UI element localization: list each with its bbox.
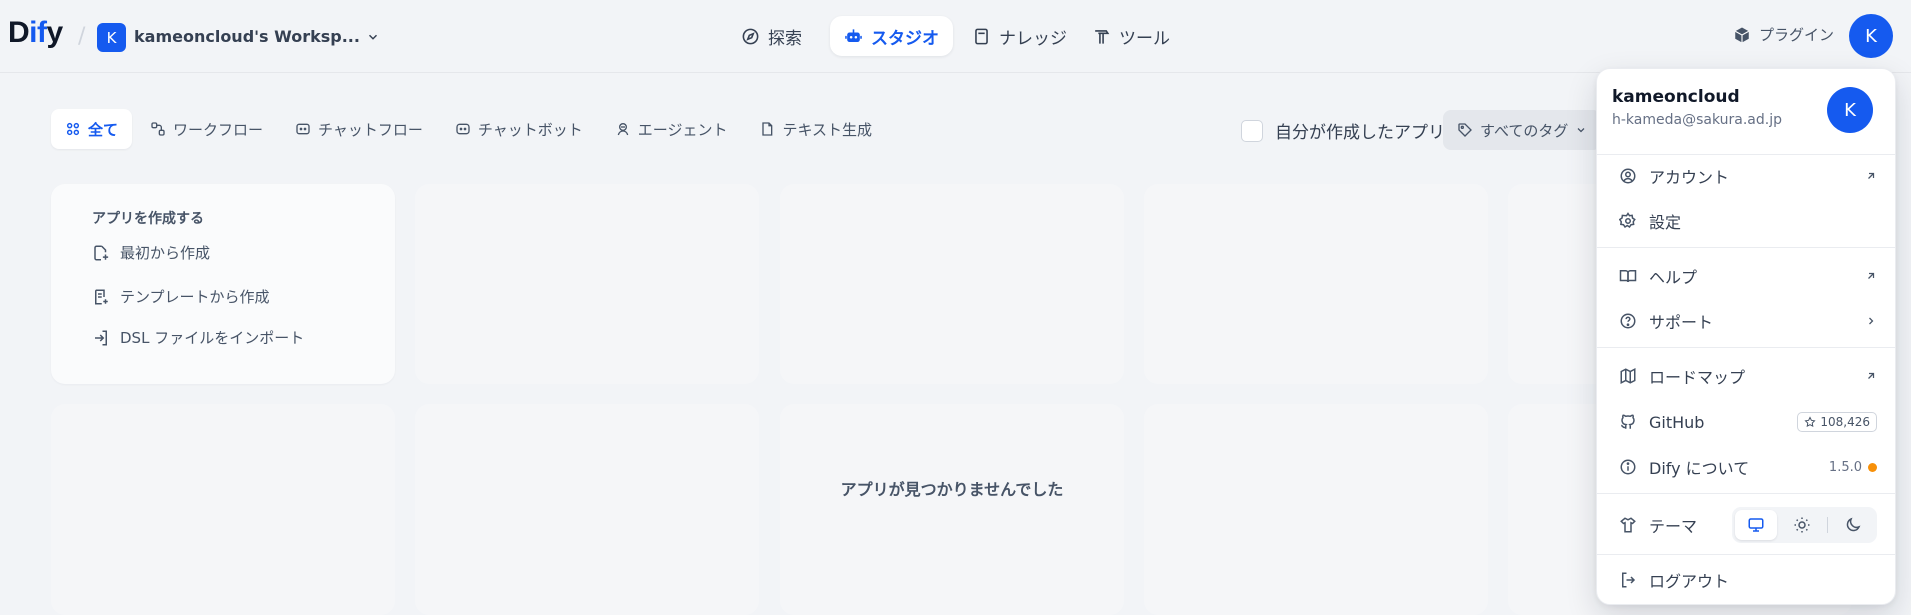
star-icon xyxy=(1804,416,1816,428)
menu-divider xyxy=(1597,154,1895,155)
open-book-icon xyxy=(1619,270,1637,283)
logout-icon xyxy=(1622,572,1636,588)
nav-knowledge[interactable]: ナレッジ xyxy=(958,16,1081,56)
nav-studio[interactable]: スタジオ xyxy=(830,16,953,56)
menu-divider xyxy=(1597,347,1895,348)
chevron-down-icon xyxy=(368,34,377,40)
tag-icon xyxy=(1458,123,1472,137)
app-card-placeholder xyxy=(1144,404,1488,615)
app-card-placeholder xyxy=(780,184,1124,384)
workspace-name: kameoncloud's Worksp... xyxy=(134,27,360,46)
created-by-me-filter[interactable]: 自分が作成したアプリ xyxy=(1241,118,1445,143)
moon-icon xyxy=(1846,517,1861,532)
info-circle-icon xyxy=(1620,459,1636,475)
app-card-placeholder xyxy=(51,404,395,615)
import-icon xyxy=(95,330,107,345)
filter-tab-all[interactable]: 全て xyxy=(51,109,133,149)
github-icon xyxy=(1620,414,1635,429)
compass-icon xyxy=(742,28,759,44)
menu-item-about[interactable]: Dify について 1.5.0 xyxy=(1619,452,1877,482)
menu-item-roadmap[interactable]: ロードマップ xyxy=(1619,361,1877,391)
menu-item-github[interactable]: GitHub 108,426 xyxy=(1619,407,1877,437)
robot-icon xyxy=(845,28,862,42)
create-from-template[interactable]: テンプレートから作成 xyxy=(92,286,270,307)
package-icon xyxy=(1734,27,1750,42)
user-menu-avatar: K xyxy=(1827,87,1873,133)
filter-tab-agent[interactable]: エージェント xyxy=(601,109,742,149)
workspace-badge[interactable]: K xyxy=(97,23,126,52)
github-stars-badge[interactable]: 108,426 xyxy=(1797,412,1877,432)
user-avatar[interactable]: K xyxy=(1849,14,1893,58)
menu-item-help[interactable]: ヘルプ xyxy=(1619,261,1877,291)
user-dropdown-menu: kameoncloud h-kameda@sakura.ad.jp K アカウン… xyxy=(1596,68,1896,605)
chatbot-icon xyxy=(456,123,470,135)
menu-item-settings[interactable]: 設定 xyxy=(1619,206,1877,236)
user-email: h-kameda@sakura.ad.jp xyxy=(1612,112,1782,128)
app-type-filters: 全て ワークフロー チャットフロー チャットボット エージェント テキスト生成 xyxy=(51,109,886,149)
book-icon xyxy=(975,28,988,44)
chatflow-icon xyxy=(296,123,310,135)
chevron-right-icon xyxy=(1869,317,1874,325)
create-app-title: アプリを作成する xyxy=(92,211,204,227)
import-dsl-file[interactable]: DSL ファイルをインポート xyxy=(92,327,304,348)
menu-divider xyxy=(1597,247,1895,248)
workflow-icon xyxy=(151,122,165,136)
map-icon xyxy=(1620,368,1636,384)
filter-tab-workflow[interactable]: ワークフロー xyxy=(136,109,277,149)
tag-filter-select[interactable]: すべてのタグ xyxy=(1443,110,1602,150)
version-label: 1.5.0 xyxy=(1828,459,1862,475)
plugin-button[interactable]: プラグイン xyxy=(1733,24,1834,45)
question-circle-icon xyxy=(1620,313,1636,329)
menu-item-support[interactable]: サポート xyxy=(1619,306,1877,336)
theme-switch xyxy=(1732,507,1877,543)
hammer-icon xyxy=(1095,29,1110,44)
breadcrumb-separator: / xyxy=(78,24,86,49)
grid-icon xyxy=(66,122,80,136)
app-card-placeholder xyxy=(780,404,1124,615)
filter-tab-chatflow[interactable]: チャットフロー xyxy=(281,109,437,149)
app-card-placeholder xyxy=(415,184,759,384)
menu-item-logout[interactable]: ログアウト xyxy=(1619,565,1877,595)
theme-separator xyxy=(1827,517,1828,533)
filter-tab-chatbot[interactable]: チャットボット xyxy=(441,109,597,149)
menu-divider xyxy=(1597,554,1895,555)
empty-state-message: アプリが見つかりませんでした xyxy=(840,480,1064,499)
template-icon xyxy=(95,289,108,304)
theme-system-button[interactable] xyxy=(1735,510,1777,540)
app-card-placeholder xyxy=(1144,184,1488,384)
chevron-down-icon xyxy=(1577,128,1585,133)
top-header: Dify / K kameoncloud's Worksp... 探索 スタジオ… xyxy=(0,0,1911,73)
create-app-card: アプリを作成する 最初から作成 テンプレートから作成 DSL ファイルをインポー… xyxy=(51,184,395,384)
gear-icon xyxy=(1619,212,1636,229)
menu-item-theme: テーマ xyxy=(1619,506,1877,544)
create-from-blank[interactable]: 最初から作成 xyxy=(92,242,210,263)
user-circle-icon xyxy=(1620,168,1636,184)
monitor-icon xyxy=(1748,518,1764,532)
shirt-icon xyxy=(1620,517,1636,533)
menu-item-account[interactable]: アカウント xyxy=(1619,161,1877,191)
update-indicator-dot xyxy=(1868,462,1877,472)
theme-light-button[interactable] xyxy=(1781,510,1823,540)
file-plus-icon xyxy=(94,245,109,260)
external-arrow-icon xyxy=(1868,172,1875,179)
external-arrow-icon xyxy=(1868,272,1875,279)
nav-tools[interactable]: ツール xyxy=(1078,16,1184,56)
document-icon xyxy=(762,122,773,136)
app-card-placeholder xyxy=(415,404,759,615)
sun-icon xyxy=(1794,517,1810,533)
workspace-selector[interactable]: kameoncloud's Worksp... xyxy=(134,27,380,46)
nav-explore[interactable]: 探索 xyxy=(727,16,816,56)
filter-tab-text-generation[interactable]: テキスト生成 xyxy=(745,109,886,149)
agent-icon xyxy=(617,123,629,136)
external-arrow-icon xyxy=(1868,372,1875,379)
dify-logo[interactable]: Dify xyxy=(8,16,63,50)
theme-dark-button[interactable] xyxy=(1832,510,1874,540)
created-by-me-checkbox[interactable] xyxy=(1241,119,1263,142)
menu-divider xyxy=(1597,493,1895,494)
user-name: kameoncloud xyxy=(1612,87,1740,107)
